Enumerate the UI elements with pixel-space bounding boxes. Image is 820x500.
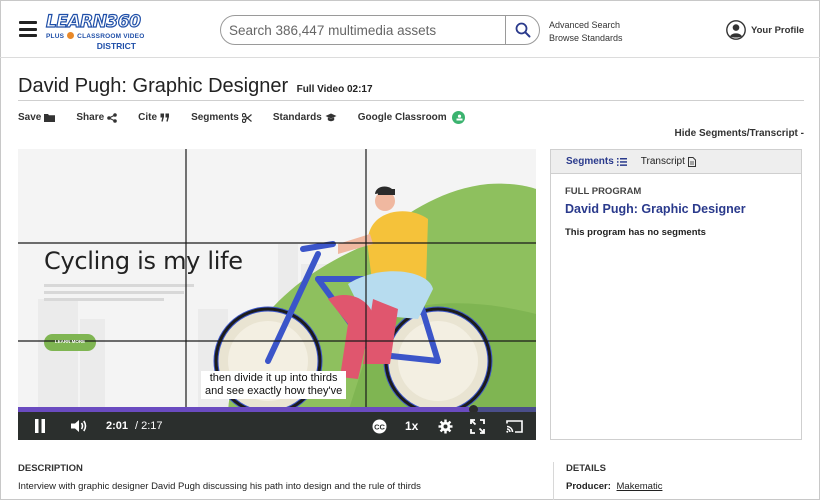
hide-segments-transcript-link[interactable]: Hide Segments/Transcript - bbox=[675, 128, 804, 139]
list-icon bbox=[616, 157, 627, 166]
volume-icon bbox=[71, 420, 87, 432]
save-label: Save bbox=[18, 112, 42, 123]
profile-button[interactable]: Your Profile bbox=[726, 20, 804, 40]
settings-button[interactable] bbox=[438, 412, 453, 440]
logo-dot-icon bbox=[67, 32, 75, 39]
share-button[interactable]: Share bbox=[76, 111, 117, 124]
svg-text:CC: CC bbox=[374, 422, 385, 431]
google-classroom-icon bbox=[451, 111, 465, 124]
folder-icon bbox=[44, 114, 56, 122]
caption-line-1: then divide it up into thirds bbox=[209, 372, 338, 384]
user-avatar-icon bbox=[726, 20, 746, 40]
search-box bbox=[220, 15, 540, 45]
profile-label: Your Profile bbox=[751, 24, 805, 36]
hamburger-icon[interactable] bbox=[19, 21, 37, 37]
search-input[interactable] bbox=[221, 16, 506, 44]
document-icon bbox=[687, 156, 696, 167]
cast-button[interactable] bbox=[506, 412, 523, 440]
logo-classroom-video: CLASSROOM VIDEO bbox=[77, 33, 145, 40]
browse-standards-link[interactable]: Browse Standards bbox=[549, 32, 623, 45]
save-button[interactable]: Save bbox=[18, 111, 56, 124]
fullscreen-icon bbox=[470, 418, 485, 434]
details-heading: DETAILS bbox=[566, 463, 606, 474]
search-button[interactable] bbox=[505, 16, 539, 44]
producer-row: Producer: Makematic bbox=[566, 481, 662, 492]
section-divider bbox=[553, 462, 554, 500]
video-player[interactable]: Cycling is my life LEARN MORE then divid… bbox=[18, 149, 536, 440]
cast-icon bbox=[506, 419, 523, 433]
google-classroom-label: Google Classroom bbox=[357, 112, 447, 123]
video-length: Full Video 02:17 bbox=[296, 84, 373, 95]
scissors-icon bbox=[241, 112, 252, 123]
play-pause-button[interactable] bbox=[34, 412, 46, 440]
tab-transcript[interactable]: Transcript bbox=[641, 156, 696, 167]
play-pause-icon bbox=[35, 419, 45, 433]
current-time: 2:01 bbox=[106, 420, 129, 432]
description-text: Interview with graphic designer David Pu… bbox=[18, 481, 421, 492]
fullscreen-button[interactable] bbox=[470, 412, 485, 440]
video-learn-more-text: LEARN MORE bbox=[54, 339, 86, 344]
settings-gear-icon bbox=[438, 419, 453, 433]
caption-line-2: and see exactly how they've bbox=[205, 385, 343, 397]
learn360-logo[interactable]: LEARN360 PLUS CLASSROOM VIDEO DISTRICT bbox=[45, 12, 144, 55]
duration: / 2:17 bbox=[135, 420, 163, 432]
page-title: David Pugh: Graphic Designer bbox=[18, 75, 289, 97]
top-header: LEARN360 PLUS CLASSROOM VIDEO DISTRICT A… bbox=[0, 0, 820, 58]
no-segments-note: This program has no segments bbox=[565, 227, 706, 238]
quote-icon bbox=[160, 113, 170, 122]
tab-segments-label: Segments bbox=[566, 156, 614, 167]
segments-panel: Segments Transcript FULL PROGRAM David P… bbox=[550, 149, 802, 440]
standards-label: Standards bbox=[272, 112, 322, 123]
mortarboard-icon bbox=[325, 113, 337, 122]
cite-label: Cite bbox=[138, 112, 158, 123]
logo-tagline: PLUS CLASSROOM VIDEO bbox=[46, 32, 144, 40]
action-bar: Save Share Cite Segments Standards Googl… bbox=[18, 111, 486, 124]
full-program-title[interactable]: David Pugh: Graphic Designer bbox=[565, 202, 746, 216]
segments-button[interactable]: Segments bbox=[191, 111, 252, 124]
segments-label: Segments bbox=[191, 112, 239, 123]
advanced-links: Advanced Search Browse Standards bbox=[549, 19, 623, 44]
share-label: Share bbox=[76, 112, 105, 123]
volume-button[interactable] bbox=[71, 412, 88, 440]
standards-button[interactable]: Standards bbox=[273, 111, 337, 124]
producer-link[interactable]: Makematic bbox=[617, 481, 663, 492]
playback-speed-button[interactable]: 1x bbox=[405, 412, 418, 440]
google-classroom-button[interactable]: Google Classroom bbox=[358, 111, 465, 124]
title-row: David Pugh: Graphic Designer Full Video … bbox=[18, 75, 804, 101]
player-controls: 2:01 / 2:17 CC 1x bbox=[18, 412, 536, 440]
full-program-label: FULL PROGRAM bbox=[565, 186, 642, 197]
search-icon bbox=[515, 22, 530, 38]
video-headline: Cycling is my life bbox=[44, 247, 243, 275]
closed-captions-button[interactable]: CC bbox=[372, 412, 387, 440]
cite-button[interactable]: Cite bbox=[138, 111, 170, 124]
panel-tab-bar: Segments Transcript bbox=[551, 150, 801, 174]
closed-captions-icon: CC bbox=[372, 419, 387, 433]
share-icon bbox=[107, 112, 117, 123]
logo-plus: PLUS bbox=[46, 33, 65, 40]
logo-district: DISTRICT bbox=[96, 41, 136, 51]
tab-transcript-label: Transcript bbox=[640, 156, 685, 167]
closed-caption-text: then divide it up into thirds and see ex… bbox=[201, 371, 347, 399]
tab-segments[interactable]: Segments bbox=[566, 156, 627, 167]
logo-wordmark: LEARN360 bbox=[45, 12, 141, 32]
producer-label: Producer: bbox=[566, 481, 611, 492]
advanced-search-link[interactable]: Advanced Search bbox=[549, 19, 623, 32]
description-heading: DESCRIPTION bbox=[18, 463, 83, 474]
